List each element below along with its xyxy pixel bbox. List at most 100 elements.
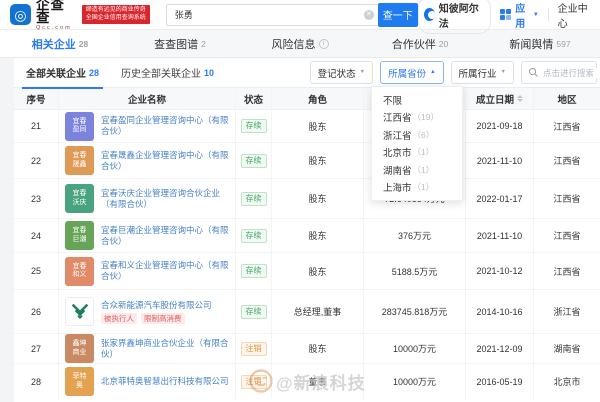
- status-badge: 存续: [240, 228, 267, 243]
- date-cell: 2021-11-10: [466, 219, 534, 252]
- role-cell: 股东: [272, 219, 364, 252]
- table-row: 21 宜春 盈同 宜春盈同企业管理咨询中心（有限合伙） 存续 股东 2021-09…: [14, 110, 600, 143]
- company-name-link[interactable]: 宜春盈同企业管理咨询中心（有限合伙）: [101, 115, 235, 137]
- capital-cell: 376万元: [364, 219, 466, 252]
- date-cell: 2022-01-17: [466, 179, 534, 218]
- subtab-filter-row: 全部关联企业 28 历史全部关联企业 10 登记状态 ▼ 所属省份 ▲ 所属行业…: [14, 58, 600, 89]
- chevron-down-icon: ▼: [500, 68, 506, 75]
- region-cell: 江西省: [553, 231, 581, 241]
- subtab-history-related[interactable]: 历史全部关联企业 10: [117, 58, 218, 88]
- date-cell: 2021-12-09: [466, 334, 534, 363]
- company-logo-tile: 宜春 沃庆: [65, 184, 94, 213]
- chevron-down-icon: ▼: [359, 68, 366, 75]
- date-cell: 2016-05-19: [466, 364, 534, 399]
- enterprise-center-link[interactable]: 企业中心: [558, 0, 592, 30]
- region-cell: 江西省: [553, 266, 581, 277]
- region-cell: 浙江省: [553, 307, 581, 317]
- info-icon: i: [318, 38, 329, 49]
- region-cell: 湖南省: [553, 344, 581, 354]
- filter-group: 登记状态 ▼ 所属省份 ▲ 所属行业 ▼: [309, 61, 600, 84]
- company-name-link[interactable]: 宜春沃庆企业管理咨询合伙企业（有限合伙）: [101, 188, 235, 210]
- brand-name: 企查查: [36, 0, 65, 26]
- capital-cell: 10000万元: [364, 334, 466, 363]
- status-badge: 存续: [240, 119, 267, 133]
- role-cell: 总经理,董事: [272, 290, 364, 333]
- tab-partners[interactable]: 合作伙伴 20: [360, 30, 480, 57]
- status-badge: 存续: [240, 264, 267, 278]
- search-button[interactable]: 查一下: [377, 2, 418, 27]
- divider: [547, 8, 549, 21]
- status-badge: 注销: [240, 341, 267, 356]
- table-search-input[interactable]: [543, 67, 599, 78]
- brand[interactable]: 企查查 Qcc.com: [36, 0, 75, 31]
- company-logo-tile: 鑫坤 商业: [65, 334, 94, 363]
- company-name-link[interactable]: 北京菲特奥智慧出行科技有限公司: [101, 376, 229, 387]
- table-row: 22 宜春 晟鑫 宜春晟鑫企业管理咨询中心（有限合伙） 存续 股东 2021-11…: [14, 143, 600, 179]
- company-name-link[interactable]: 宜春巨潮企业管理咨询中心（有限合伙）: [101, 225, 235, 247]
- dropdown-item[interactable]: 不限: [372, 91, 462, 109]
- company-name-link[interactable]: 宜春晟鑫企业管理咨询中心（有限合伙）: [101, 150, 235, 172]
- company-name-link[interactable]: 宜春和义企业管理咨询中心（有限合伙）: [101, 260, 235, 282]
- apps-menu[interactable]: 应用 ▼: [500, 0, 539, 30]
- filter-province[interactable]: 所属省份 ▲: [380, 61, 444, 84]
- company-name-link[interactable]: 合众新能源汽车股份有限公司: [101, 300, 212, 311]
- date-cell: 2021-11-10: [466, 143, 534, 178]
- main-tabbar: 相关企业 28 查查图谱 2 风险信息 i 合作伙伴 20 新闻舆情 597: [0, 30, 600, 58]
- status-badge: 存续: [240, 191, 267, 206]
- chevron-down-icon: ▼: [532, 11, 539, 18]
- alpha-logo-icon: [423, 8, 435, 21]
- table-row: 23 宜春沃庆 宜春沃庆企业管理咨询合伙企业（有限合伙） 存续 股东 72.64…: [14, 179, 600, 219]
- search-icon: [528, 67, 538, 77]
- dropdown-item[interactable]: 浙江省 （6）: [372, 126, 462, 144]
- capital-cell: 5188.5万元: [364, 253, 466, 289]
- table-row: 27 鑫坤 商业 张家界鑫坤商业合伙企业（有限合伙） 注销 股东 10000万元 …: [14, 334, 600, 364]
- capital-cell: 283745.818万元: [364, 290, 466, 333]
- role-cell: 董事: [272, 364, 364, 399]
- dropdown-item[interactable]: 江西省 （19）: [372, 109, 462, 127]
- sort-icon: [517, 95, 523, 102]
- role-cell: 股东: [272, 334, 364, 363]
- risk-tag[interactable]: 被执行人: [101, 312, 137, 324]
- company-logo-tile: 宜春 盈同: [65, 111, 94, 141]
- brand-domain: Qcc.com: [36, 24, 72, 31]
- tab-graph[interactable]: 查查图谱 2: [120, 30, 240, 57]
- zhibi-alpha-link[interactable]: 知彼阿尔法: [417, 0, 492, 34]
- capital-cell: 10000万元: [364, 364, 466, 399]
- risk-tag[interactable]: 限制高消费: [141, 312, 185, 324]
- subtab-all-related[interactable]: 全部关联企业 28: [22, 58, 104, 89]
- qcc-logo-icon[interactable]: ◎: [10, 4, 31, 25]
- qcc-search-results-page: ◎ 企查查 Qcc.com 缔造有远见的商业传奇 全国企业信用查询系统 ✕ 查一…: [0, 0, 600, 402]
- table-row: 25 宜春 和义 宜春和义企业管理咨询中心（有限合伙） 存续 股东 5188.5万…: [14, 253, 600, 290]
- apps-grid-icon: [500, 9, 512, 20]
- sortable-date-header[interactable]: 成立日期: [466, 88, 534, 109]
- region-cell: 江西省: [553, 194, 581, 204]
- region-cell: 北京市: [553, 377, 581, 387]
- date-cell: 2014-10-16: [466, 290, 534, 333]
- tab-news[interactable]: 新闻舆情 597: [480, 30, 600, 57]
- filter-industry[interactable]: 所属行业 ▼: [450, 61, 514, 84]
- role-cell: 股东: [272, 110, 364, 142]
- content-card: 全部关联企业 28 历史全部关联企业 10 登记状态 ▼ 所属省份 ▲ 所属行业…: [14, 58, 600, 402]
- filter-registration-status[interactable]: 登记状态 ▼: [309, 61, 374, 84]
- table-row: 24 宜春 巨潮 宜春巨潮企业管理咨询中心（有限合伙） 存续 股东 376万元 2…: [14, 219, 600, 253]
- table-row: 26 合众新能源汽车股份有限公司 被执行人 限制高消费 存续 总经理,董事 28…: [14, 290, 600, 334]
- table-search-box[interactable]: [521, 61, 599, 84]
- company-name-link[interactable]: 张家界鑫坤商业合伙企业（有限合伙）: [101, 338, 235, 360]
- dropdown-item[interactable]: 上海市 （1）: [372, 179, 462, 197]
- role-cell: 股东: [272, 179, 364, 218]
- top-header: ◎ 企查查 Qcc.com 缔造有远见的商业传奇 全国企业信用查询系统 ✕ 查一…: [0, 0, 600, 34]
- clear-icon[interactable]: ✕: [363, 9, 374, 20]
- search-input[interactable]: [165, 3, 378, 26]
- table-header: 序号 企业名称 状态 角色 成立日期 地区: [14, 88, 600, 110]
- hozon-logo-icon: [65, 297, 94, 326]
- tab-related-companies[interactable]: 相关企业 28: [0, 30, 120, 57]
- region-cell: 江西省: [553, 121, 581, 132]
- header-right: 知彼阿尔法 应用 ▼ 企业中心: [417, 0, 600, 34]
- dropdown-item[interactable]: 湖南省 （1）: [372, 161, 462, 179]
- dropdown-item[interactable]: 北京市 （1）: [372, 144, 462, 162]
- status-badge: 存续: [240, 153, 267, 168]
- status-badge: 注销: [240, 374, 267, 389]
- tab-risk-info[interactable]: 风险信息 i: [240, 30, 360, 57]
- date-cell: 2021-09-18: [466, 110, 534, 142]
- company-logo-tile: 宜春 巨潮: [65, 221, 94, 250]
